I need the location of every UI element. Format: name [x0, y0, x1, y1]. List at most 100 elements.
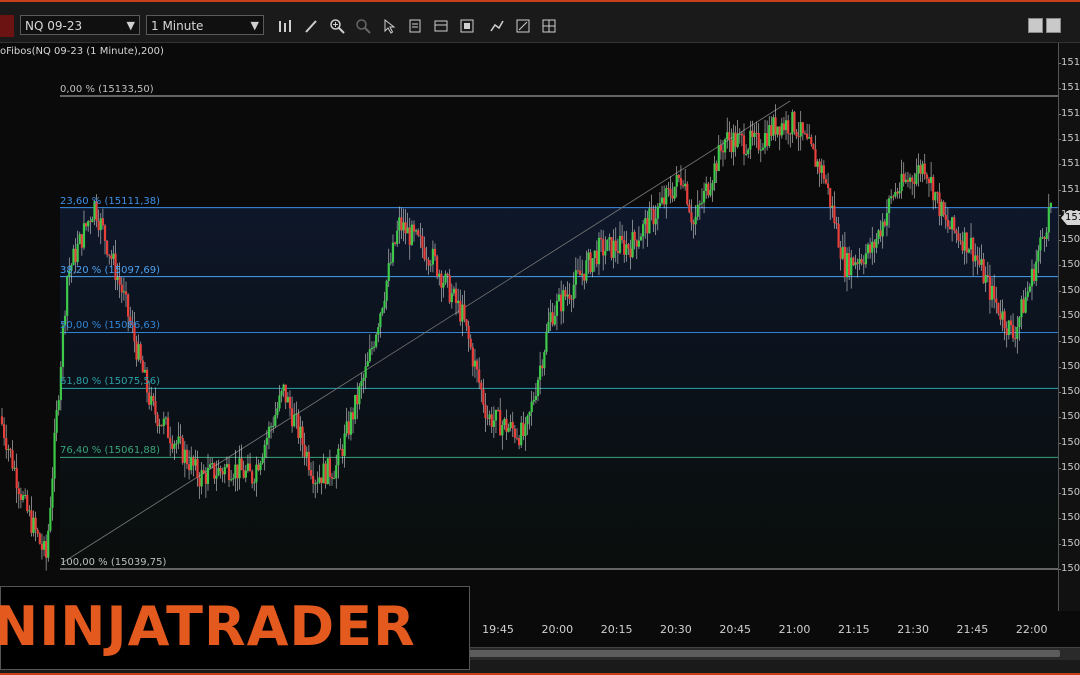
candle-body [335, 465, 338, 479]
candle-body [747, 149, 750, 154]
candle-body [431, 248, 435, 265]
chart-style-icon[interactable] [430, 15, 452, 37]
candle-body [74, 248, 77, 263]
candle-body [343, 433, 346, 456]
candle-body [898, 191, 901, 194]
candle-body [507, 427, 510, 432]
candle-body [799, 122, 802, 137]
chevron-down-icon[interactable]: ▼ [127, 16, 135, 36]
time-tick-label: 21:15 [837, 623, 870, 636]
candle-body [442, 282, 445, 288]
candle-body [528, 411, 531, 416]
candle-body [122, 291, 126, 293]
candle-body [204, 472, 207, 484]
zoom-in-icon[interactable] [326, 15, 348, 37]
candle-body [9, 448, 12, 451]
candle-body [534, 396, 538, 400]
properties-icon[interactable] [512, 15, 534, 37]
candle-body [623, 240, 626, 255]
candle-body [232, 478, 235, 480]
candle-body [406, 227, 409, 234]
candle-body [568, 294, 571, 299]
candle-body [726, 132, 729, 140]
candle-body [381, 308, 384, 314]
candle-body [589, 252, 592, 273]
grid-icon[interactable] [538, 15, 560, 37]
candle-body [984, 275, 987, 283]
fib-level-label: 76,40 % (15061,88) [60, 445, 161, 457]
candle-body [400, 217, 403, 231]
candle-body [869, 244, 872, 253]
instrument-select[interactable]: NQ 09-23 ▼ [20, 15, 140, 35]
fib-level-label: 38,20 % (15097,69) [60, 264, 161, 276]
candle-body [944, 215, 947, 220]
fib-level-label: 61,80 % (15075,56) [60, 376, 161, 388]
candle-body [835, 223, 838, 225]
candle-body [61, 325, 65, 368]
price-axis[interactable]: 1511511511511511511511501501501501501501… [1058, 43, 1080, 611]
candle-body [591, 258, 594, 273]
candle-body [1026, 291, 1029, 297]
candle-body [620, 235, 624, 241]
candle-body [780, 123, 783, 136]
chevron-down-icon[interactable]: ▼ [251, 16, 259, 36]
candle-body [246, 463, 250, 471]
candle-body [389, 262, 392, 264]
candle-body [843, 246, 847, 278]
candle-body [1009, 320, 1013, 326]
candle-body [162, 418, 165, 426]
candle-body [932, 176, 935, 201]
candle-body [688, 204, 691, 213]
candle-body [213, 463, 216, 479]
interval-select[interactable]: 1 Minute ▼ [146, 15, 264, 35]
scrollbar-thumb[interactable] [440, 650, 1060, 657]
drawing-tools-icon[interactable] [486, 15, 508, 37]
candle-body [938, 192, 941, 217]
candle-body [80, 234, 83, 248]
candle-body [154, 401, 157, 415]
candle-body [999, 313, 1002, 320]
candle-body [236, 464, 239, 479]
candle-body [642, 224, 645, 237]
pencil-icon[interactable] [300, 15, 322, 37]
candle-body [425, 259, 428, 261]
maximize-button[interactable] [1046, 18, 1061, 33]
candle-body [929, 176, 933, 184]
data-box-icon[interactable] [404, 15, 426, 37]
candle-body [597, 237, 601, 265]
candle-body [337, 448, 340, 466]
candle-body [49, 507, 52, 531]
strategies-icon[interactable] [456, 15, 478, 37]
candle-body [913, 181, 916, 184]
candle-body [87, 221, 90, 227]
minimize-button[interactable] [1028, 18, 1043, 33]
candle-body [539, 365, 542, 380]
candle-body [995, 298, 998, 303]
candle-body [564, 290, 567, 297]
candle-body [698, 203, 701, 205]
candle-body [194, 459, 197, 466]
candle-body [1014, 338, 1017, 340]
candle-body [473, 360, 477, 367]
bar-chart-icon[interactable] [274, 15, 296, 37]
candle-body [53, 432, 56, 479]
cursor-icon[interactable] [378, 15, 400, 37]
candle-body [797, 136, 800, 138]
candle-body [446, 273, 449, 276]
candle-body [391, 242, 395, 263]
price-tick-label: 150 [1059, 234, 1080, 246]
candle-body [1039, 237, 1042, 251]
candle-body [196, 459, 199, 478]
candle-body [274, 415, 277, 426]
candle-body [316, 482, 319, 484]
price-chart-panel[interactable]: 0,00 % (15133,50) 23,60 % (15111,38) 38,20… [0, 43, 1058, 611]
zoom-out-icon[interactable] [352, 15, 374, 37]
candle-body [721, 150, 725, 153]
candle-body [0, 416, 4, 425]
candle-body [894, 191, 897, 197]
candle-body [219, 467, 222, 472]
candle-body [345, 421, 348, 434]
fib-level-label: 100,00 % (15039,75) [60, 557, 167, 568]
candle-body [986, 275, 989, 277]
candle-body [513, 428, 516, 438]
